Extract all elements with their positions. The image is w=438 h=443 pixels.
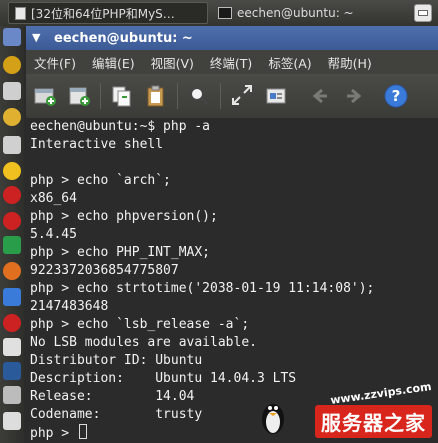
launcher-files-icon[interactable]	[3, 338, 21, 356]
help-icon: ?	[384, 84, 408, 108]
preferences-icon	[266, 88, 286, 104]
menu-file[interactable]: 文件(F)	[26, 53, 84, 72]
launcher-firefox2-icon[interactable]	[3, 262, 21, 280]
new-window-icon	[69, 87, 90, 106]
help-label: ?	[392, 87, 401, 105]
paste-icon	[147, 85, 164, 107]
launcher-cube-icon[interactable]	[3, 288, 21, 306]
launcher-settings-icon[interactable]	[3, 386, 21, 404]
taskbar-button-label: [32位和64位PHP和MyS…	[31, 6, 175, 21]
terminal-icon	[218, 7, 232, 19]
terminal-line: 9223372036854775807	[30, 263, 179, 278]
menu-help[interactable]: 帮助(H)	[320, 53, 380, 72]
terminal-line: php > echo `lsb_release -a`;	[30, 317, 250, 332]
terminal-line: Description: Ubuntu 14.04.3 LTS	[30, 371, 297, 386]
terminal-line: Release: 14.04	[30, 389, 195, 404]
launcher-ruby-icon[interactable]	[3, 186, 21, 204]
preferences-button[interactable]	[261, 81, 291, 111]
watermark-brand: 服务器之家	[315, 405, 432, 438]
document-icon	[15, 6, 26, 20]
terminal-line: Interactive shell	[30, 137, 164, 152]
terminal-line: x86_64	[30, 191, 77, 206]
forward-button[interactable]	[339, 81, 369, 111]
terminal-line: 2147483648	[30, 299, 109, 314]
terminal-line: php > echo `arch`;	[30, 173, 171, 188]
launcher-ruby2-icon[interactable]	[3, 212, 21, 230]
terminal-line: No LSB modules are available.	[30, 335, 257, 350]
toolbar-separator	[100, 83, 101, 109]
fullscreen-icon	[232, 85, 252, 105]
menu-terminal[interactable]: 终端(T)	[202, 53, 260, 72]
launcher-calc-icon[interactable]	[3, 362, 21, 380]
toolbar-separator	[220, 83, 221, 109]
terminal-line: php > echo phpversion();	[30, 209, 218, 224]
launcher-chrome-icon[interactable]	[3, 236, 21, 254]
taskbar-button-terminal[interactable]: eechen@ubuntu: ~	[212, 2, 392, 24]
help-button[interactable]: ?	[381, 81, 411, 111]
terminal-window: ▼ eechen@ubuntu: ~ 文件(F) 编辑(E) 视图(V) 终端(…	[26, 26, 438, 443]
new-window-button[interactable]	[64, 81, 94, 111]
penguin-icon	[262, 404, 284, 434]
launcher-folder-icon[interactable]	[3, 82, 21, 100]
terminal-line: php > echo strtotime('2038-01-19 11:14:0…	[30, 281, 375, 296]
toolbar-separator	[177, 83, 178, 109]
window-list-icon[interactable]	[414, 4, 432, 22]
menubar: 文件(F) 编辑(E) 视图(V) 终端(T) 标签(A) 帮助(H)	[26, 50, 438, 74]
terminal-line: php > echo PHP_INT_MAX;	[30, 245, 211, 260]
watermark: www.zzvips.com 服务器之家	[256, 380, 436, 443]
watermark-url: www.zzvips.com	[329, 379, 433, 408]
copy-button[interactable]	[107, 81, 137, 111]
search-button[interactable]	[184, 81, 214, 111]
terminal-prompt: php >	[30, 426, 77, 441]
launcher-firefox-icon[interactable]	[3, 56, 21, 74]
window-title: eechen@ubuntu: ~	[54, 30, 193, 46]
taskbar-button-label: eechen@ubuntu: ~	[237, 6, 354, 20]
taskbar-button-browser[interactable]: [32位和64位PHP和MyS…	[8, 2, 208, 24]
launcher-gimp-icon[interactable]	[3, 162, 21, 180]
terminal-prompt-line[interactable]: php >	[30, 424, 87, 442]
menu-edit[interactable]: 编辑(E)	[84, 53, 143, 72]
terminal-line: Codename: trusty	[30, 407, 203, 422]
back-icon	[312, 88, 327, 104]
terminal-cursor	[78, 424, 87, 439]
paste-button[interactable]	[141, 81, 171, 111]
terminal-line: Distributor ID: Ubuntu	[30, 353, 203, 368]
back-button[interactable]	[305, 81, 335, 111]
terminal-line: 5.4.45	[30, 227, 77, 242]
launcher-ruby3-icon[interactable]	[3, 314, 21, 332]
search-icon	[190, 87, 209, 106]
new-tab-button[interactable]	[30, 81, 60, 111]
launcher-text-editor-icon[interactable]	[3, 136, 21, 154]
top-panel: [32位和64位PHP和MyS… eechen@ubuntu: ~	[0, 0, 438, 26]
menu-tabs[interactable]: 标签(A)	[260, 53, 319, 72]
launcher-panel	[0, 26, 24, 443]
menu-view[interactable]: 视图(V)	[143, 53, 202, 72]
window-titlebar[interactable]: ▼ eechen@ubuntu: ~	[26, 26, 438, 50]
terminal-output[interactable]: eechen@ubuntu:~$ php -a Interactive shel…	[26, 118, 438, 443]
launcher-trash-icon[interactable]	[3, 412, 21, 430]
launcher-package-icon[interactable]	[3, 108, 21, 126]
fullscreen-button[interactable]	[227, 81, 257, 111]
window-menu-icon[interactable]: ▼	[32, 32, 48, 44]
new-tab-icon	[34, 88, 56, 106]
terminal-line: eechen@ubuntu:~$ php -a	[30, 119, 211, 134]
copy-icon	[112, 86, 131, 107]
toolbar: ?	[26, 74, 438, 118]
launcher-apps-icon[interactable]	[3, 28, 21, 46]
forward-icon	[347, 88, 362, 104]
